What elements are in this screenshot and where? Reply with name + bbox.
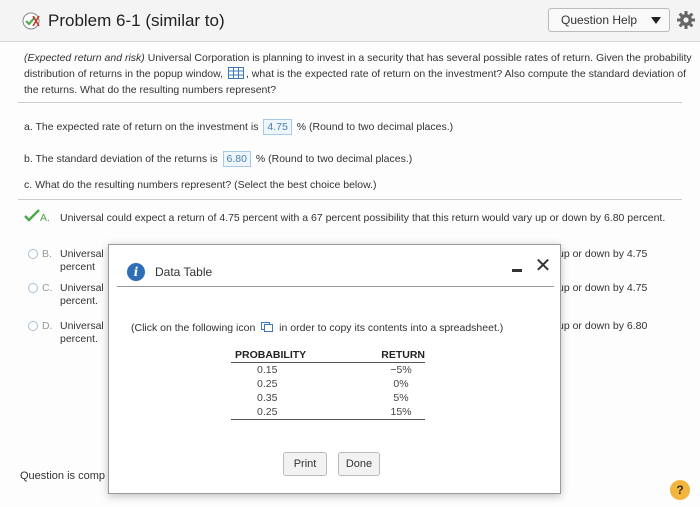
choice-b-letter: B.: [42, 248, 52, 260]
probability-cell: 0.15: [257, 364, 278, 376]
check-icon: [24, 209, 40, 222]
table-row: 0.35 5%: [231, 391, 425, 405]
choice-d-letter: D.: [42, 320, 53, 332]
table-row: 0.25 0%: [231, 377, 425, 391]
dialog-divider: [117, 286, 554, 287]
copy-instruction-start: (Click on the following icon: [131, 322, 256, 334]
return-cell: 5%: [393, 392, 409, 404]
choice-d-radio[interactable]: [28, 321, 38, 331]
part-b: b. The standard deviation of the returns…: [24, 151, 412, 167]
dialog-title: Data Table: [155, 265, 213, 279]
choice-d-text-right: up or down by 6.80: [558, 320, 648, 332]
probability-cell: 0.35: [257, 392, 278, 404]
choice-c-text-right: up or down by 4.75: [558, 282, 648, 294]
copy-instruction: (Click on the following icon in order to…: [131, 322, 503, 334]
help-icon[interactable]: ?: [670, 480, 690, 500]
question-help-label: Question Help: [561, 13, 638, 27]
part-c: c. What do the resulting numbers represe…: [24, 179, 377, 191]
return-cell: 15%: [390, 406, 412, 418]
probability-cell: 0.25: [257, 378, 278, 390]
caret-down-icon: [651, 17, 661, 24]
return-cell: −5%: [390, 364, 412, 376]
data-table-dialog: i Data Table ✕ (Click on the following i…: [108, 244, 561, 494]
choice-b-text-right: up or down by 4.75: [558, 248, 648, 260]
copy-instruction-end: in order to copy its contents into a spr…: [279, 322, 504, 334]
problem-title: Problem 6-1 (similar to): [48, 11, 225, 30]
choice-c-letter: C.: [42, 282, 53, 294]
problem-header: Problem 6-1 (similar to) Question Help: [0, 0, 700, 42]
done-button[interactable]: Done: [338, 452, 380, 476]
part-a-prompt: a. The expected rate of return on the in…: [24, 121, 259, 133]
choice-b-radio[interactable]: [28, 249, 38, 259]
part-a-answer[interactable]: 4.75: [263, 119, 292, 135]
part-b-suffix: % (Round to two decimal places.): [255, 153, 413, 165]
choice-a[interactable]: A. Universal could expect a return of 4.…: [24, 209, 688, 240]
question-intro: (Expected return and risk) Universal Cor…: [24, 50, 694, 98]
print-button[interactable]: Print: [283, 452, 327, 476]
close-icon[interactable]: ✕: [534, 255, 552, 277]
choice-a-text: Universal could expect a return of 4.75 …: [60, 212, 666, 224]
part-a-suffix: % (Round to two decimal places.): [296, 121, 454, 133]
return-cell: 0%: [393, 378, 409, 390]
data-table-icon[interactable]: [227, 67, 244, 79]
part-b-prompt: b. The standard deviation of the returns…: [24, 153, 218, 165]
part-b-answer[interactable]: 6.80: [222, 151, 251, 167]
question-help-button[interactable]: Question Help: [548, 8, 670, 32]
gear-icon[interactable]: [676, 10, 696, 30]
intro-topic: (Expected return and risk): [24, 52, 145, 64]
choice-c-radio[interactable]: [28, 283, 38, 293]
table-row: 0.25 15%: [231, 405, 425, 420]
probability-cell: 0.25: [231, 405, 353, 420]
column-header-probability: PROBABILITY: [231, 349, 353, 363]
table-row: 0.15 −5%: [231, 363, 425, 378]
status-text: Question is comp: [20, 470, 105, 482]
divider: [18, 199, 682, 200]
divider: [18, 102, 682, 103]
minimize-icon[interactable]: [512, 269, 522, 272]
column-header-return: RETURN: [353, 349, 425, 363]
copy-to-spreadsheet-icon[interactable]: [261, 322, 274, 332]
choice-a-letter: A.: [40, 212, 50, 224]
info-icon: i: [127, 263, 145, 281]
part-a: a. The expected rate of return on the in…: [24, 119, 453, 135]
partial-credit-icon: [22, 12, 40, 30]
probability-table: PROBABILITY RETURN 0.15 −5% 0.25 0% 0.35…: [231, 349, 425, 420]
